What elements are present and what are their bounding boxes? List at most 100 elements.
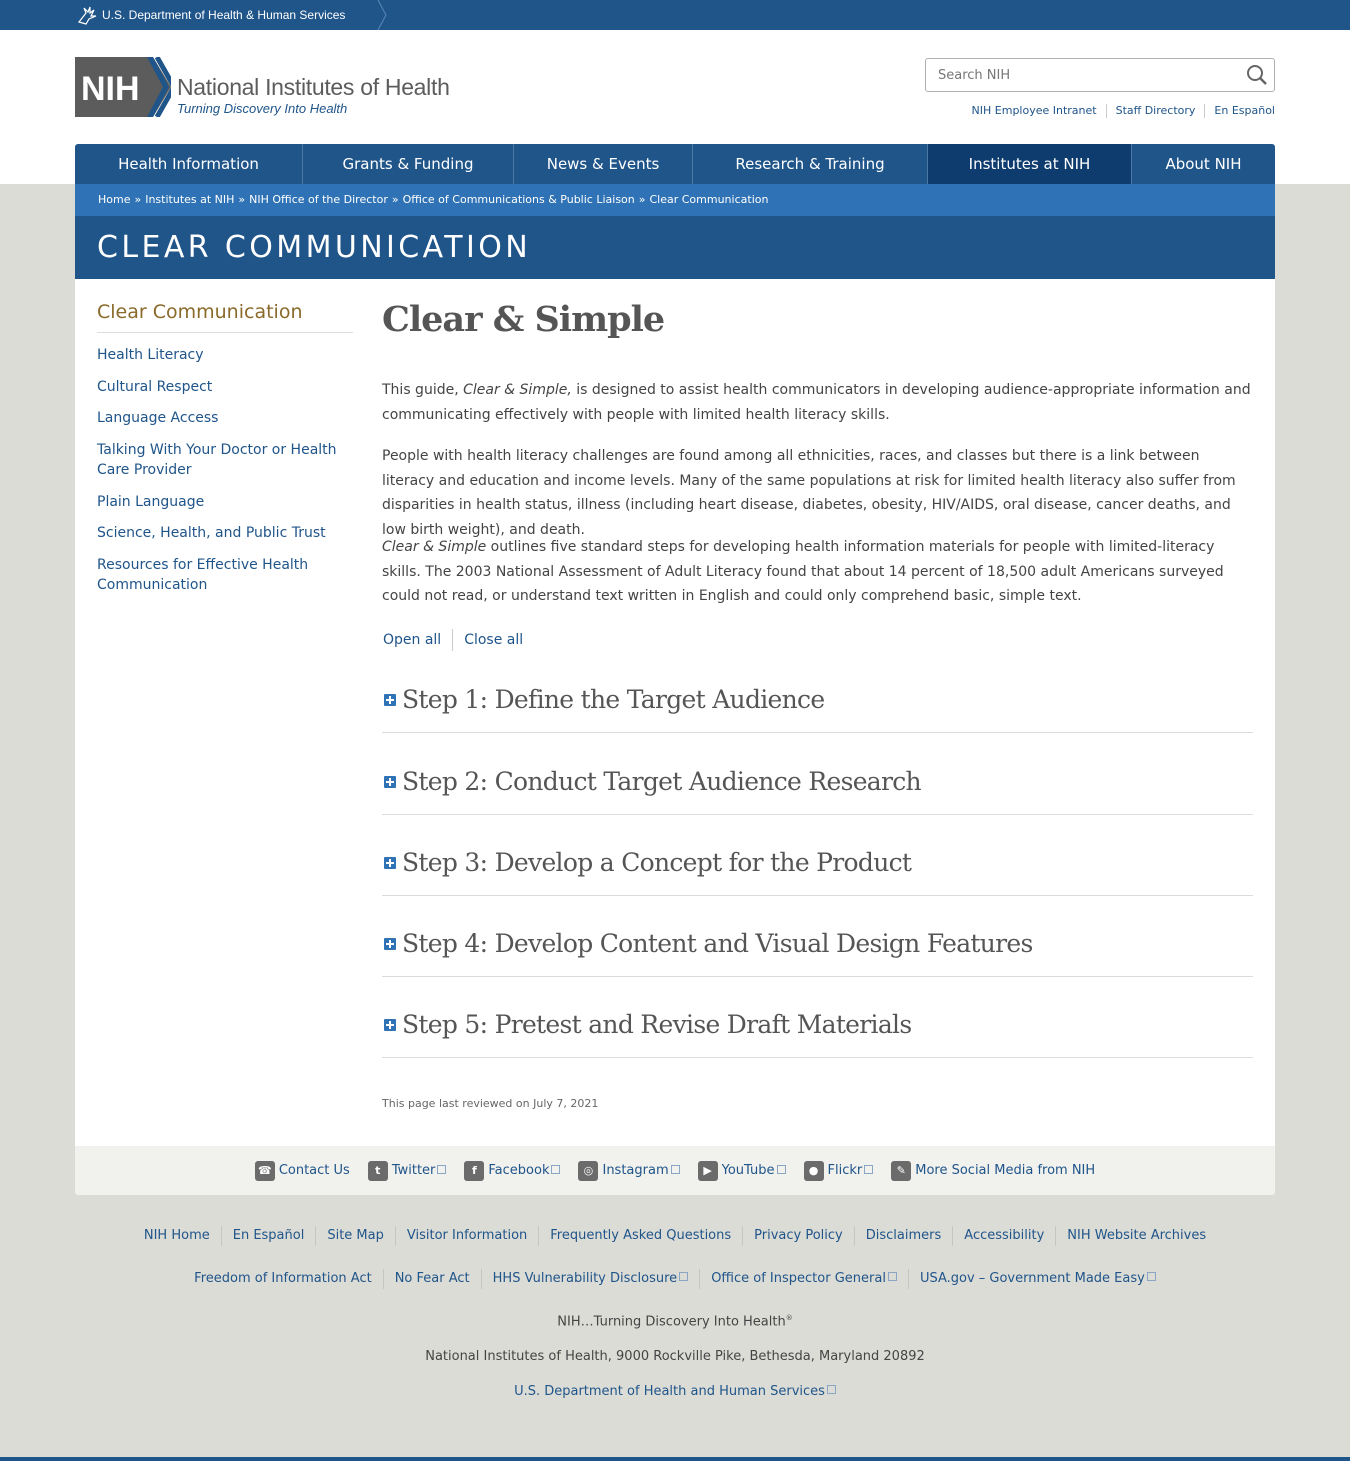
breadcrumb-home[interactable]: Home bbox=[98, 193, 130, 206]
contact-us-link[interactable]: ☎ Contact Us bbox=[254, 1160, 350, 1181]
facebook-icon: f bbox=[464, 1160, 485, 1181]
site-title[interactable]: National Institutes of Health bbox=[177, 74, 450, 101]
hhs-link[interactable]: U.S. Department of Health & Human Servic… bbox=[75, 0, 345, 30]
hhs-eagle-icon bbox=[77, 6, 97, 25]
search-input[interactable] bbox=[926, 59, 1236, 91]
accordion-step-4[interactable]: Step 4: Develop Content and Visual Desig… bbox=[382, 921, 1253, 977]
espanol-link[interactable]: En Español bbox=[1204, 104, 1275, 118]
intro-text-start: This guide, bbox=[382, 382, 464, 398]
hhs-bar: U.S. Department of Health & Human Servic… bbox=[0, 0, 1350, 30]
site-tagline: Turning Discovery Into Health bbox=[177, 101, 348, 116]
twitter-icon: t bbox=[367, 1160, 388, 1181]
bottom-strip bbox=[0, 1457, 1350, 1461]
nav-research-training[interactable]: Research & Training bbox=[693, 144, 928, 184]
breadcrumb-institutes[interactable]: Institutes at NIH bbox=[145, 193, 234, 206]
nav-about-nih[interactable]: About NIH bbox=[1132, 144, 1275, 184]
chat-icon: ✎ bbox=[891, 1160, 912, 1181]
instagram-link[interactable]: ◎ Instagram bbox=[578, 1160, 680, 1181]
footer-no-fear-act[interactable]: No Fear Act bbox=[382, 1269, 481, 1289]
social-bar: ☎ Contact Us t Twitter f Facebook ◎ Instagra… bbox=[75, 1146, 1275, 1195]
guide-title: Clear & Simple, bbox=[463, 382, 572, 398]
breadcrumb-separator: » bbox=[134, 193, 142, 206]
footer-visitor-info[interactable]: Visitor Information bbox=[394, 1226, 538, 1246]
breadcrumb-separator: » bbox=[391, 193, 399, 206]
registered-mark: ® bbox=[785, 1314, 793, 1322]
flickr-link[interactable]: ● Flickr bbox=[803, 1160, 874, 1181]
expand-plus-icon[interactable] bbox=[384, 1019, 396, 1031]
sidebar-item-talking-with-doctor[interactable]: Talking With Your Doctor or Health Care … bbox=[97, 440, 337, 480]
footer-nih-home[interactable]: NIH Home bbox=[133, 1226, 221, 1246]
step-title[interactable]: Step 3: Develop a Concept for the Produc… bbox=[402, 848, 912, 877]
breadcrumb-office-director[interactable]: NIH Office of the Director bbox=[249, 193, 388, 206]
twitter-link[interactable]: t Twitter bbox=[367, 1160, 447, 1181]
footer-site-map[interactable]: Site Map bbox=[315, 1226, 395, 1246]
steps-text: outlines five standard steps for develop… bbox=[382, 539, 1224, 605]
step-title[interactable]: Step 4: Develop Content and Visual Desig… bbox=[402, 929, 1033, 958]
external-link-icon bbox=[1146, 1272, 1156, 1281]
nav-health-information[interactable]: Health Information bbox=[75, 144, 303, 184]
footer-disclaimers[interactable]: Disclaimers bbox=[853, 1226, 953, 1246]
step-title[interactable]: Step 1: Define the Target Audience bbox=[402, 685, 825, 714]
social-label: Instagram bbox=[602, 1163, 669, 1178]
sidebar-title[interactable]: Clear Communication bbox=[97, 301, 302, 323]
accordion-step-5[interactable]: Step 5: Pretest and Revise Draft Materia… bbox=[382, 1002, 1253, 1058]
content-area: Clear Communication Health Literacy Cult… bbox=[75, 279, 1275, 1146]
breadcrumb-ocpl[interactable]: Office of Communications & Public Liaiso… bbox=[403, 193, 635, 206]
search-icon[interactable] bbox=[1246, 64, 1268, 86]
footer-accessibility[interactable]: Accessibility bbox=[952, 1226, 1055, 1246]
staff-directory-link[interactable]: Staff Directory bbox=[1105, 104, 1205, 118]
phone-icon: ☎ bbox=[254, 1160, 275, 1181]
social-label: Flickr bbox=[827, 1163, 863, 1178]
footer-archives[interactable]: NIH Website Archives bbox=[1055, 1226, 1217, 1246]
footer-foia[interactable]: Freedom of Information Act bbox=[183, 1269, 383, 1289]
accordion-step-3[interactable]: Step 3: Develop a Concept for the Produc… bbox=[382, 840, 1253, 896]
external-link-icon bbox=[551, 1165, 561, 1174]
youtube-link[interactable]: ▶ YouTube bbox=[697, 1160, 786, 1181]
sidebar-item-science-health-trust[interactable]: Science, Health, and Public Trust bbox=[97, 523, 337, 543]
sidebar-divider bbox=[97, 332, 353, 333]
accordion-step-1[interactable]: Step 1: Define the Target Audience bbox=[382, 677, 1253, 733]
footer-usa-gov[interactable]: USA.gov – Government Made Easy bbox=[907, 1269, 1167, 1289]
open-all-link[interactable]: Open all bbox=[383, 629, 452, 651]
literacy-paragraph: People with health literacy challenges a… bbox=[382, 448, 1236, 538]
footer-faq[interactable]: Frequently Asked Questions bbox=[538, 1226, 742, 1246]
social-label: YouTube bbox=[721, 1163, 775, 1178]
more-social-link[interactable]: ✎ More Social Media from NIH bbox=[891, 1160, 1095, 1181]
chevron-right-icon bbox=[377, 0, 387, 30]
step-title[interactable]: Step 2: Conduct Target Audience Research bbox=[402, 767, 922, 796]
sidebar-item-language-access[interactable]: Language Access bbox=[97, 408, 337, 428]
expand-plus-icon[interactable] bbox=[384, 938, 396, 950]
sidebar-item-cultural-respect[interactable]: Cultural Respect bbox=[97, 377, 337, 397]
footer-hhs-link[interactable]: U.S. Department of Health and Human Serv… bbox=[514, 1384, 836, 1399]
external-link-icon bbox=[864, 1165, 874, 1174]
youtube-icon: ▶ bbox=[697, 1160, 718, 1181]
footer-links-primary: NIH Home En Español Site Map Visitor Inf… bbox=[0, 1226, 1350, 1246]
breadcrumb-current: Clear Communication bbox=[649, 193, 769, 206]
close-all-link[interactable]: Close all bbox=[452, 629, 534, 651]
sidebar-item-health-literacy[interactable]: Health Literacy bbox=[97, 345, 337, 365]
nav-institutes-at-nih[interactable]: Institutes at NIH bbox=[928, 144, 1132, 184]
step-title[interactable]: Step 5: Pretest and Revise Draft Materia… bbox=[402, 1010, 912, 1039]
accordion-step-2[interactable]: Step 2: Conduct Target Audience Research bbox=[382, 759, 1253, 815]
nih-logo[interactable]: NIH bbox=[75, 57, 171, 117]
flickr-icon: ● bbox=[803, 1160, 824, 1181]
expand-plus-icon[interactable] bbox=[384, 776, 396, 788]
nav-grants-funding[interactable]: Grants & Funding bbox=[303, 144, 514, 184]
footer-link-label: HHS Vulnerability Disclosure bbox=[492, 1271, 678, 1286]
social-label: Facebook bbox=[488, 1163, 550, 1178]
nav-news-events[interactable]: News & Events bbox=[514, 144, 693, 184]
facebook-link[interactable]: f Facebook bbox=[464, 1160, 561, 1181]
footer-privacy[interactable]: Privacy Policy bbox=[742, 1226, 854, 1246]
employee-intranet-link[interactable]: NIH Employee Intranet bbox=[963, 104, 1106, 118]
footer-inspector-general[interactable]: Office of Inspector General bbox=[699, 1269, 908, 1289]
footer-espanol[interactable]: En Español bbox=[220, 1226, 316, 1246]
external-link-icon bbox=[887, 1272, 897, 1281]
sidebar-item-plain-language[interactable]: Plain Language bbox=[97, 492, 337, 512]
expand-plus-icon[interactable] bbox=[384, 694, 396, 706]
expand-plus-icon[interactable] bbox=[384, 857, 396, 869]
utility-links: NIH Employee Intranet Staff Directory En… bbox=[963, 104, 1275, 118]
instagram-icon: ◎ bbox=[578, 1160, 599, 1181]
footer-vulnerability-disclosure[interactable]: HHS Vulnerability Disclosure bbox=[480, 1269, 700, 1289]
sidebar-item-resources[interactable]: Resources for Effective Health Communica… bbox=[97, 555, 337, 595]
breadcrumb-separator: » bbox=[238, 193, 246, 206]
